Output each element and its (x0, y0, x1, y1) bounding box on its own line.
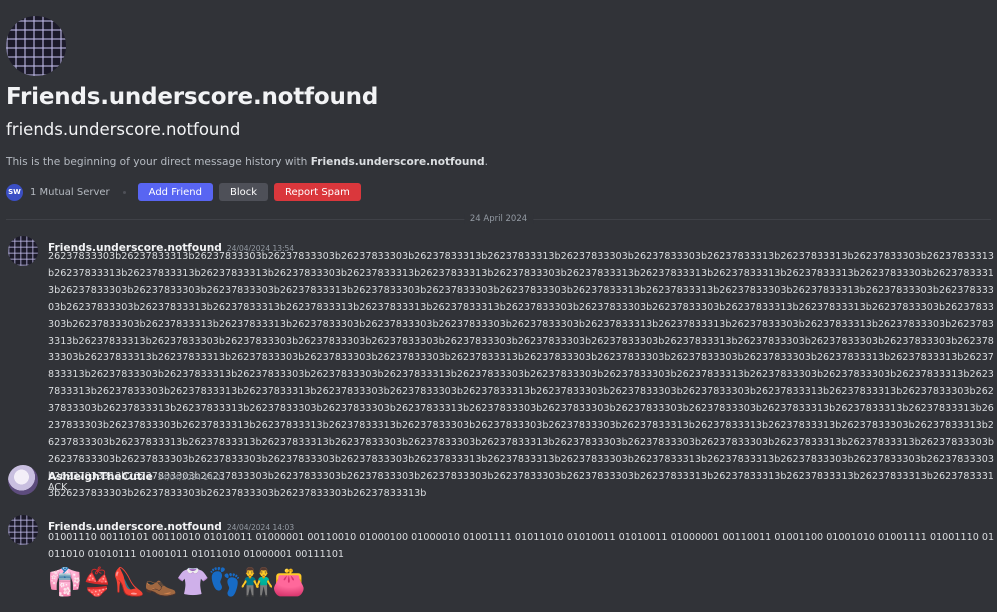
profile-username: friends.underscore.notfound (6, 120, 241, 139)
profile-avatar[interactable] (6, 16, 66, 76)
mans-shoe-emoji[interactable]: 👞 (144, 565, 178, 601)
divider-date: 24 April 2024 (463, 214, 534, 224)
bikini-emoji[interactable]: 👙 (80, 565, 114, 601)
report-spam-button[interactable]: Report Spam (274, 183, 361, 201)
profile-display-name: Friends.underscore.notfound (6, 84, 379, 110)
dm-intro-text: This is the beginning of your direct mes… (6, 156, 488, 168)
author-avatar[interactable] (8, 236, 38, 266)
author-avatar[interactable] (8, 465, 38, 495)
add-friend-button[interactable]: Add Friend (137, 183, 213, 201)
mutual-servers-link[interactable]: 1 Mutual Server (30, 187, 110, 198)
high-heel-emoji[interactable]: 👠 (112, 565, 146, 601)
profile-actions: SW 1 Mutual Server Add Friend Block Repo… (6, 183, 367, 201)
men-holding-hands-emoji[interactable]: 👬 (240, 565, 274, 601)
message-content: 01001110 00110101 00110010 01010011 0100… (48, 532, 995, 560)
mutual-server-icon[interactable]: SW (6, 183, 23, 201)
block-button[interactable]: Block (218, 183, 268, 201)
emoji-row: 👘 👙 👠 👞 👚 👣 👬 👛 (48, 565, 306, 601)
intro-name: Friends.underscore.notfound (310, 156, 485, 168)
dm-channel: Friends.underscore.notfound friends.unde… (0, 0, 997, 612)
kimono-emoji[interactable]: 👘 (48, 565, 82, 601)
date-divider: 24 April 2024 (6, 214, 991, 224)
message-content: ACK (48, 482, 68, 493)
author-avatar[interactable] (8, 515, 38, 545)
womans-clothes-emoji[interactable]: 👚 (176, 565, 210, 601)
intro-suffix: . (484, 156, 488, 168)
separator-dot (122, 190, 126, 194)
purse-emoji[interactable]: 👛 (272, 565, 306, 601)
intro-prefix: This is the beginning of your direct mes… (6, 156, 311, 168)
footprints-emoji[interactable]: 👣 (208, 565, 242, 601)
